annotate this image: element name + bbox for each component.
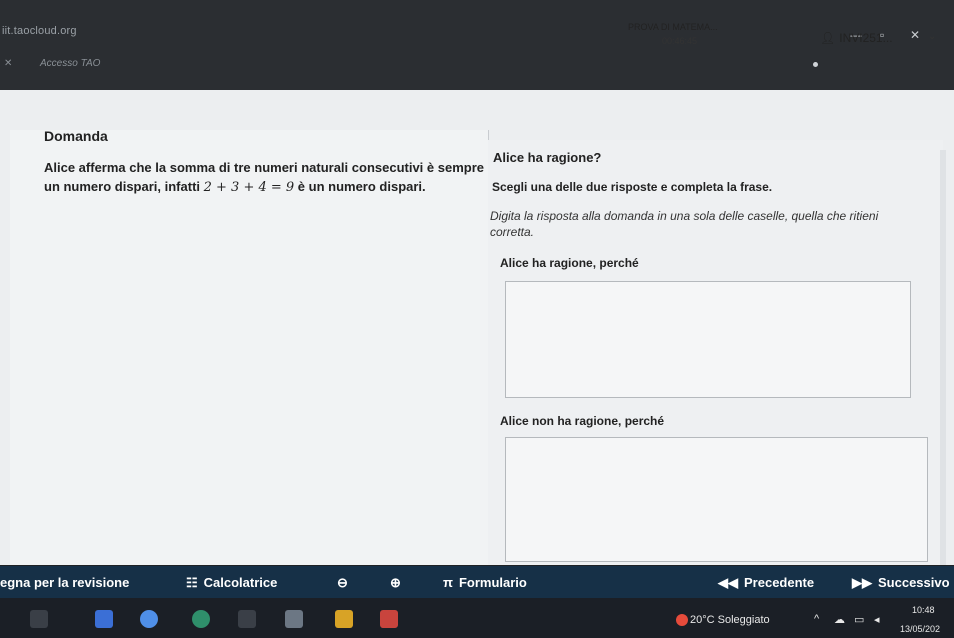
chevron-down-icon[interactable]: ⌄ [928,31,936,42]
test-title: PROVA DI MATEMA... [628,22,718,32]
task-view-icon[interactable] [30,610,48,628]
calculator-button[interactable]: ☷ Calcolatrice [186,575,277,591]
next-button[interactable]: ▶▶ Successivo [852,575,950,591]
os-taskbar [0,598,954,638]
user-menu[interactable]: 👤︎ INVI251... [820,31,893,45]
formulary-button[interactable]: π Formulario [443,575,527,590]
onedrive-icon[interactable]: ☁︎ [834,613,845,626]
weather-text[interactable]: 20°C Soleggiato [690,614,770,626]
fast-forward-icon: ▶▶ [852,575,872,590]
option2-label: Alice non ha ragione, perché [500,414,665,428]
clock-time[interactable]: 10:48 [912,605,935,615]
app-icon[interactable] [285,610,303,628]
tab-title[interactable]: Accesso TAO [40,58,100,69]
rewind-icon: ◀◀ [718,575,738,590]
question-text: Alice afferma che la somma di tre numeri… [44,158,484,197]
user-name: INVI251... [839,31,893,45]
question-text-after: è un numero dispari. [294,179,426,194]
person-icon: 👤︎ [820,31,836,45]
zoom-out-icon[interactable]: ⊖ [337,575,348,591]
calculator-icon: ☷ [186,575,198,590]
chrome-icon[interactable] [140,610,158,628]
clock-date[interactable]: 13/05/202 [900,624,940,634]
calculator-label: Calcolatrice [203,575,278,590]
store-icon[interactable] [238,610,256,628]
option2-textbox[interactable] [505,437,928,562]
teams-icon[interactable] [95,610,113,628]
status-dot [813,62,818,67]
weather-icon[interactable] [676,614,688,626]
tray-chevron-icon[interactable]: ^ [814,613,819,625]
edge-icon[interactable] [192,610,210,628]
scrollbar[interactable] [940,150,946,565]
question-math: 2 + 3 + 4 = 9 [203,180,295,195]
answer-question: Alice ha ragione? [493,150,602,165]
mark-review-button[interactable]: egna per la revisione [0,575,129,590]
option1-label: Alice ha ragione, perché [500,256,639,270]
url-text[interactable]: iit.taocloud.org [2,25,77,37]
zoom-in-icon[interactable]: ⊕ [390,575,401,591]
folder-icon[interactable] [335,610,353,628]
answer-instruction: Scegli una delle due risposte e completa… [492,180,773,194]
option1-textbox[interactable] [505,281,911,398]
question-heading: Domanda [44,128,108,144]
app-red-icon[interactable] [380,610,398,628]
formulary-label: Formulario [458,575,527,590]
address-bar[interactable]: iit.taocloud.org [0,22,954,42]
tab-close-icon[interactable]: ✕ [4,58,12,69]
previous-button[interactable]: ◀◀ Precedente [718,575,814,591]
tab-row: ✕ Accesso TAO [0,56,954,76]
pi-icon: π [443,575,453,590]
battery-icon[interactable]: ▭ [854,613,864,626]
browser-chrome: iit.taocloud.org — ▫ ✕ ✕ Accesso TAO [0,0,954,90]
close-icon[interactable]: ✕ [910,28,920,42]
answer-subinstruction: Digita la risposta alla domanda in una s… [490,209,879,239]
timer: 00:46:45 [662,36,698,46]
volume-icon[interactable]: ◂ [874,613,880,626]
bottom-toolbar: egna per la revisione ☷ Calcolatrice ⊖ ⊕ … [0,566,954,598]
previous-label: Precedente [744,575,815,590]
next-label: Successivo [878,575,950,590]
